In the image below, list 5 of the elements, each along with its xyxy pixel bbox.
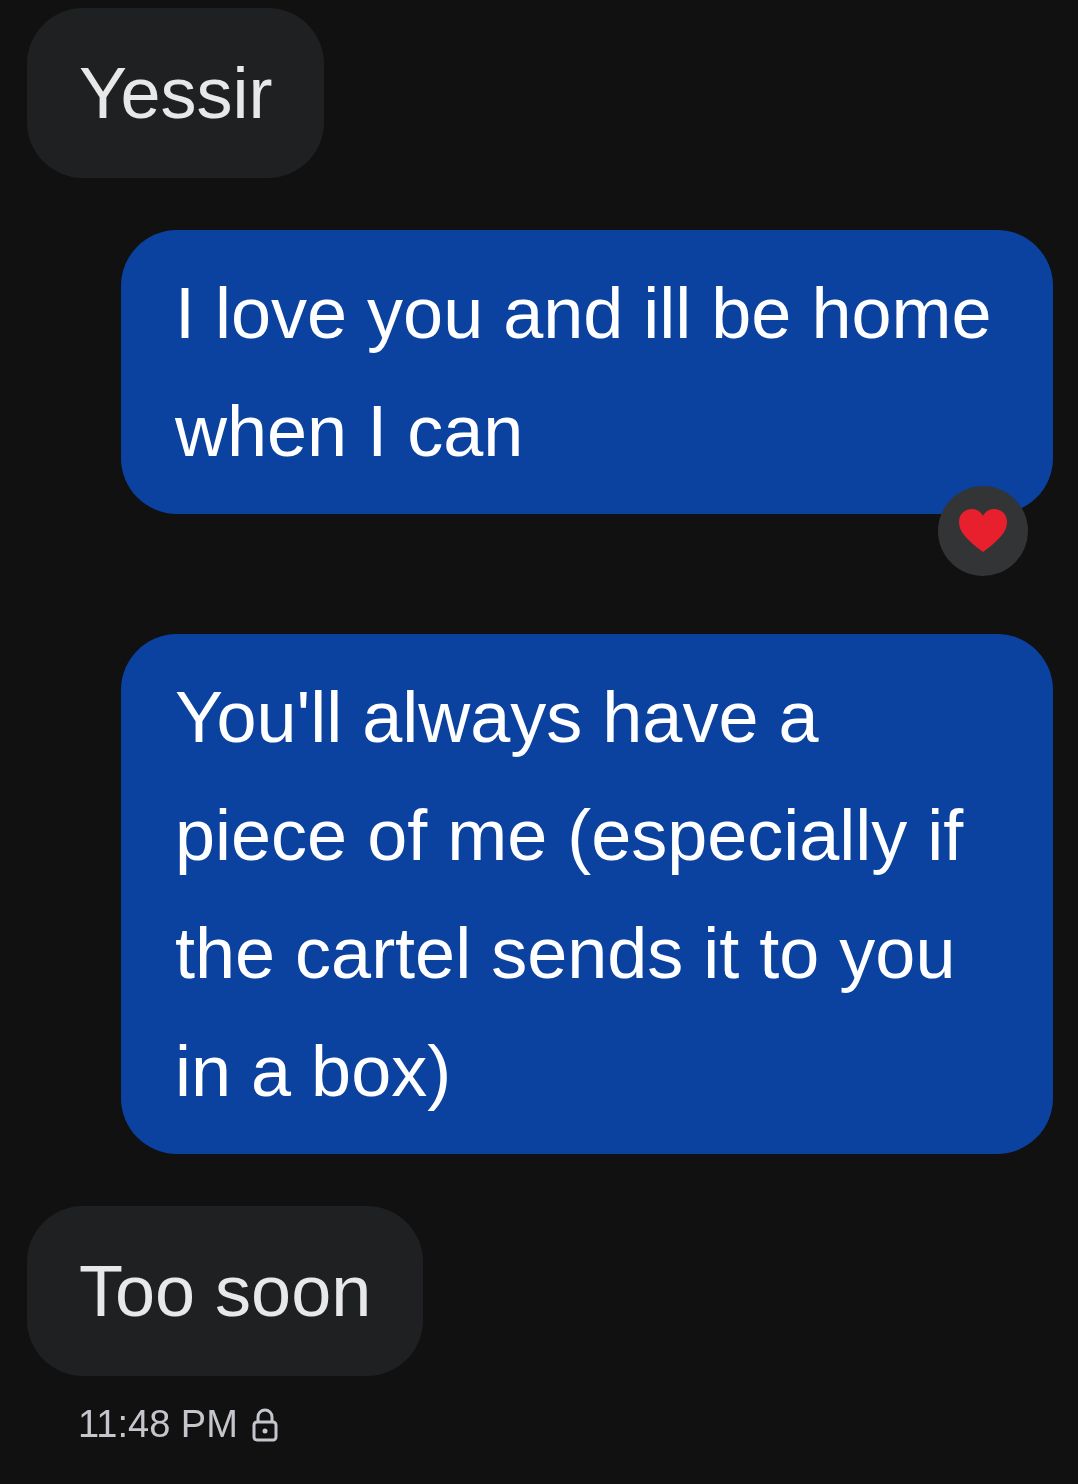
message-bubble: Yessir: [27, 8, 325, 178]
message-timestamp: 11:48 PM: [78, 1402, 238, 1447]
message-bubble: You'll always have a piece of me (especially if the cartel sends it to you in a box): [121, 634, 1053, 1154]
message-bubble: Too soon: [27, 1206, 424, 1376]
message-bubble: I love you and ill be home when I can: [121, 230, 1053, 514]
